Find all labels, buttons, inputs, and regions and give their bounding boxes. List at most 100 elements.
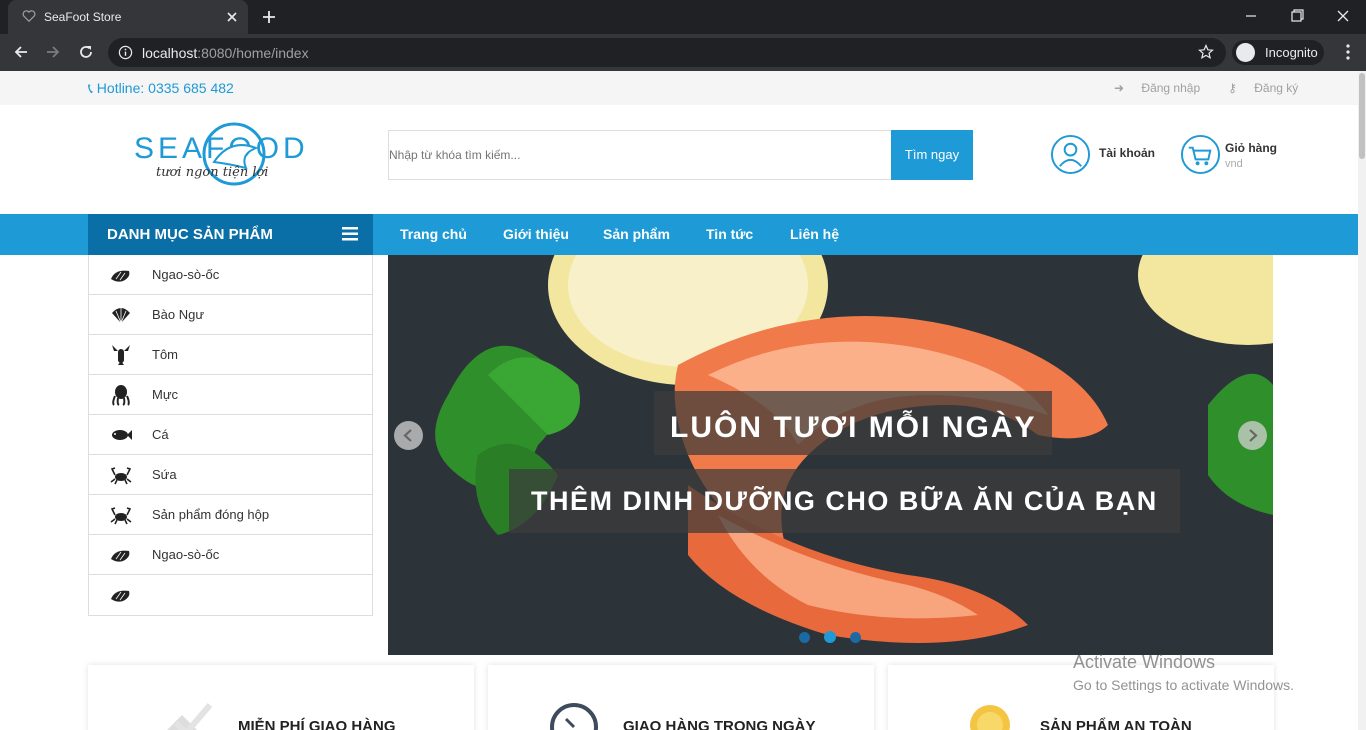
windows-activation-watermark: Activate Windows Go to Settings to activ… xyxy=(1073,652,1294,693)
register-link[interactable]: ⚷ Đăng ký xyxy=(1228,81,1312,95)
feature-label: SẢN PHẨM AN TOÀN xyxy=(1040,718,1192,730)
category-label: Sứa xyxy=(152,467,177,482)
incognito-label: Incognito xyxy=(1265,45,1318,60)
logo-graphic: SEAFOOD tươi ngon tiện lợi xyxy=(134,122,305,186)
category-item[interactable]: Sứa xyxy=(89,455,372,495)
phone-icon: 📞︎ xyxy=(88,80,97,96)
slider-dot[interactable] xyxy=(850,632,861,643)
top-bar: 📞︎ Hotline: 0335 685 482 ➜ Đăng nhập ⚷ Đă… xyxy=(0,71,1358,105)
slider-dot[interactable] xyxy=(799,632,810,643)
url-text[interactable]: localhost:8080/home/index xyxy=(142,45,309,61)
back-icon[interactable] xyxy=(12,43,30,61)
login-link[interactable]: ➜ Đăng nhập xyxy=(1114,81,1214,95)
page-scrollbar[interactable] xyxy=(1358,71,1366,730)
cart-icon xyxy=(1180,134,1221,175)
omnibox[interactable]: localhost:8080/home/index xyxy=(108,38,1226,67)
site-info-icon[interactable] xyxy=(118,45,133,60)
address-bar: localhost:8080/home/index Incognito xyxy=(0,34,1366,71)
clock-icon xyxy=(550,703,598,730)
category-label: Ngao-sò-ốc xyxy=(152,267,220,282)
restore-icon[interactable] xyxy=(1286,6,1308,26)
scallop-icon xyxy=(112,308,130,324)
scrollbar-thumb[interactable] xyxy=(1359,73,1365,159)
category-label: Mực xyxy=(152,387,179,402)
feature-card: MIỄN PHÍ GIAO HÀNG xyxy=(88,665,474,730)
bookmark-star-icon[interactable] xyxy=(1198,44,1214,60)
browser-tab-bar: SeaFoot Store xyxy=(0,0,1366,34)
incognito-icon xyxy=(1236,43,1255,62)
slider-prev-button[interactable] xyxy=(394,421,423,450)
nav-news[interactable]: Tin tức xyxy=(706,226,753,242)
category-header[interactable]: DANH MỤC SẢN PHẨM xyxy=(88,214,373,255)
browser-menu-icon[interactable] xyxy=(1340,43,1356,61)
key-icon: ⚷ xyxy=(1228,81,1237,95)
category-label: Ngao-sò-ốc xyxy=(152,547,220,562)
chevron-right-icon xyxy=(1249,429,1258,442)
category-label: Tôm xyxy=(152,347,178,362)
feature-label: GIAO HÀNG TRONG NGÀY xyxy=(623,718,816,730)
category-item[interactable]: Mực xyxy=(89,375,372,415)
category-item[interactable]: Bào Ngư xyxy=(89,295,372,335)
slide-caption-primary: LUÔN TƯƠI MỖI NGÀY xyxy=(654,391,1053,455)
cart-total: vnd xyxy=(1225,158,1243,170)
incognito-badge[interactable]: Incognito xyxy=(1232,40,1324,65)
heart-icon xyxy=(22,10,36,23)
nav-products[interactable]: Sản phẩm xyxy=(603,226,670,242)
new-tab-icon[interactable] xyxy=(260,8,278,26)
shell-icon xyxy=(111,550,130,562)
nav-about[interactable]: Giới thiệu xyxy=(503,226,569,242)
category-item[interactable]: Sản phẩm đóng hộp xyxy=(89,495,372,535)
site-logo[interactable]: SEAFOOD tươi ngon tiện lợi xyxy=(130,118,330,190)
category-list: Ngao-sò-ốc Bào Ngư Tôm Mực Cá Sứa Sản ph… xyxy=(88,255,373,616)
search-input[interactable] xyxy=(389,131,891,179)
category-title: DANH MỤC SẢN PHẨM xyxy=(107,226,273,243)
tab-title: SeaFoot Store xyxy=(44,10,122,24)
minimize-icon[interactable] xyxy=(1240,6,1262,26)
url-path: :8080/home/index xyxy=(197,45,309,61)
search-button[interactable]: Tìm ngay xyxy=(891,130,973,180)
hero-slider[interactable]: LUÔN TƯƠI MỖI NGÀY THÊM DINH DƯỠNG CHO B… xyxy=(388,255,1273,655)
account-label: Tài khoản xyxy=(1099,146,1156,160)
forward-icon[interactable] xyxy=(44,43,62,61)
slider-next-button[interactable] xyxy=(1238,421,1267,450)
url-host: localhost xyxy=(142,45,198,61)
category-item[interactable] xyxy=(89,575,372,615)
category-item[interactable]: Tôm xyxy=(89,335,372,375)
shell-icon xyxy=(111,270,130,282)
auth-links: ➜ Đăng nhập ⚷ Đăng ký xyxy=(1114,81,1326,95)
close-tab-icon[interactable] xyxy=(224,9,240,25)
web-page: 📞︎ Hotline: 0335 685 482 ➜ Đăng nhập ⚷ Đă… xyxy=(0,71,1358,730)
hotline: 📞︎ Hotline: 0335 685 482 xyxy=(88,80,234,97)
browser-tab[interactable]: SeaFoot Store xyxy=(8,0,248,34)
category-item[interactable]: Ngao-sò-ốc xyxy=(89,255,372,295)
lobster-icon xyxy=(112,345,130,365)
watermark-subtitle: Go to Settings to activate Windows. xyxy=(1073,677,1294,693)
cart-label: Giỏ hàng xyxy=(1225,141,1277,155)
hotline-text: Hotline: 0335 685 482 xyxy=(96,80,234,96)
menu-icon xyxy=(342,227,358,241)
watermark-title: Activate Windows xyxy=(1073,652,1216,672)
feature-label: MIỄN PHÍ GIAO HÀNG xyxy=(238,718,396,730)
login-label: Đăng nhập xyxy=(1141,81,1201,95)
badge-icon xyxy=(970,705,1010,730)
register-label: Đăng ký xyxy=(1254,81,1299,95)
feature-card: GIAO HÀNG TRONG NGÀY xyxy=(488,665,874,730)
search-box xyxy=(388,130,892,180)
category-label: Bào Ngư xyxy=(152,307,205,322)
chevron-left-icon xyxy=(403,429,412,442)
category-item[interactable]: Ngao-sò-ốc xyxy=(89,535,372,575)
login-icon: ➜ xyxy=(1114,81,1125,95)
octopus-icon xyxy=(112,385,130,406)
reload-icon[interactable] xyxy=(77,43,95,61)
crab-icon xyxy=(110,507,132,525)
logo-tagline: tươi ngon tiện lợi xyxy=(156,165,268,180)
category-item[interactable]: Cá xyxy=(89,415,372,455)
shell-icon xyxy=(111,590,130,602)
category-label: Sản phẩm đóng hộp xyxy=(152,507,270,522)
close-window-icon[interactable] xyxy=(1332,6,1354,26)
nav-contact[interactable]: Liên hệ xyxy=(790,226,839,242)
nav-home[interactable]: Trang chủ xyxy=(400,226,467,242)
slider-dot-active[interactable] xyxy=(824,631,836,643)
crab-icon xyxy=(110,467,132,485)
delivery-icon xyxy=(167,703,213,730)
